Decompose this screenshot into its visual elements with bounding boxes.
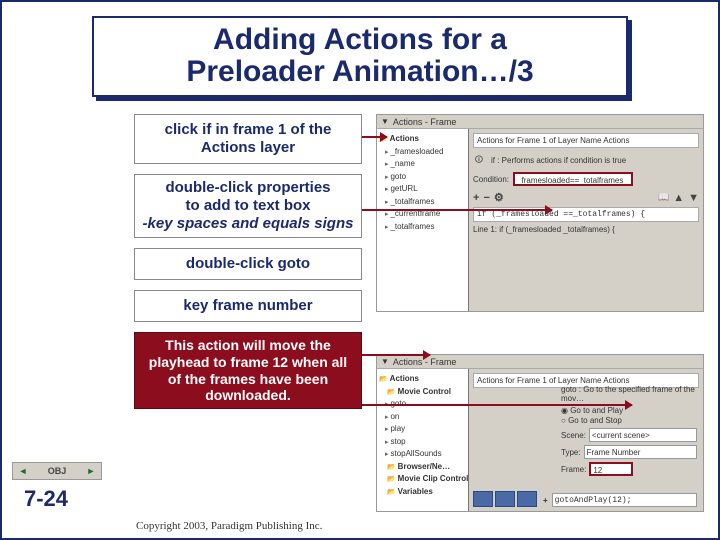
frame-label: Frame: (561, 465, 586, 474)
book-icon[interactable]: 📖 (658, 192, 669, 203)
tree-item: on (379, 411, 466, 424)
info-icon: 🛈 (473, 154, 485, 166)
obj-label: OBJ (33, 466, 81, 476)
panel-icon[interactable] (473, 491, 493, 507)
tree-subcategory: Movie Control (379, 386, 466, 399)
nav-next-icon[interactable]: ► (81, 463, 101, 479)
type-select[interactable]: Frame Number (584, 445, 697, 459)
condition-input[interactable]: _framesloaded==_totalframes (513, 172, 633, 186)
plus-icon[interactable]: + (473, 192, 479, 204)
obj-nav-bar: ◄ OBJ ► (12, 462, 102, 480)
tree-item: goto (379, 171, 466, 184)
nav-prev-icon[interactable]: ◄ (13, 463, 33, 479)
actions-panel-screenshot-1: ▼ Actions - Frame Actions _framesloaded … (376, 114, 704, 312)
tree-item: getURL (379, 183, 466, 196)
tree-item: _totalframes (379, 221, 466, 234)
tree-item: stopAllSounds (379, 448, 466, 461)
minus-icon[interactable]: − (483, 192, 489, 204)
tree-subcategory: Variables (379, 486, 466, 499)
tree-item: play (379, 423, 466, 436)
up-icon[interactable]: ▲ (673, 192, 684, 204)
frame-toolbar: Actions for Frame 1 of Layer Name Action… (473, 133, 699, 148)
slide-title-line2: Preloader Animation…/3 (104, 56, 616, 88)
scene-select[interactable]: <current scene> (589, 428, 697, 442)
actions-tree: Actions Movie Control goto on play stop … (377, 369, 469, 511)
goto-code-line: + gotoAndPlay(12); (543, 493, 697, 507)
plus-icon[interactable]: + (543, 496, 548, 505)
tree-category: Actions (379, 133, 466, 146)
arrow-4 (362, 404, 632, 406)
instruction-box-1: click if in frame 1 of the Actions layer (134, 114, 362, 164)
instruction-text: key frame number (183, 297, 312, 314)
instruction-box-4: key frame number (134, 290, 362, 322)
actions-rightpane: Actions for Frame 1 of Layer Name Action… (469, 369, 703, 511)
script-toolbar: + − ⚙ 📖 ▲ ▼ (473, 188, 699, 207)
options-icon[interactable]: ⚙ (494, 191, 504, 204)
action-hint: 🛈 if : Performs actions if condition is … (473, 152, 699, 170)
instruction-text: double-click goto (186, 255, 310, 272)
instruction-text: to add to text box (139, 197, 357, 215)
collapse-icon: ▼ (381, 117, 389, 126)
instruction-column: click if in frame 1 of the Actions layer… (134, 114, 362, 419)
goto-stop-radio[interactable]: Go to and Stop (561, 416, 622, 425)
slide-title-box: Adding Actions for a Preloader Animation… (92, 16, 628, 97)
hint-text: if : Performs actions if condition is tr… (491, 156, 626, 165)
slide-content: click if in frame 1 of the Actions layer… (2, 114, 718, 538)
arrow-2 (362, 209, 552, 211)
actions-rightpane: Actions for Frame 1 of Layer Name Action… (469, 129, 703, 311)
goto-code: gotoAndPlay(12); (552, 493, 697, 507)
instruction-box-2: double-click properties to add to text b… (134, 174, 362, 238)
down-icon[interactable]: ▼ (688, 192, 699, 204)
tree-item: _framesloaded (379, 146, 466, 159)
arrow-1 (362, 136, 387, 138)
tree-item: _totalframes (379, 196, 466, 209)
tree-category: Actions (379, 373, 466, 386)
actions-panel-screenshot-2: ▼ Actions - Frame Actions Movie Control … (376, 354, 704, 512)
tree-item: _name (379, 158, 466, 171)
panel-icon[interactable] (517, 491, 537, 507)
tree-subcategory: Movie Clip Control (379, 473, 466, 486)
instruction-text: double-click properties (139, 179, 357, 197)
collapse-icon: ▼ (381, 357, 389, 366)
frame-input[interactable]: 12 (589, 462, 633, 476)
actions-tree: Actions _framesloaded _name goto getURL … (377, 129, 469, 311)
instruction-text: -key spaces and equals signs (139, 215, 357, 233)
instruction-box-3: double-click goto (134, 248, 362, 280)
condition-row: Condition: _framesloaded==_totalframes (473, 172, 699, 186)
status-line: Line 1: if (_framesloaded _totalframes) … (473, 225, 699, 234)
scene-label: Scene: (561, 431, 586, 440)
bottom-icon-row (473, 491, 537, 507)
slide-title-line1: Adding Actions for a (104, 24, 616, 56)
panel-titlebar: ▼ Actions - Frame (377, 115, 703, 129)
condition-label: Condition: (473, 175, 509, 184)
result-text: This action will move the playhead to fr… (149, 337, 347, 403)
tree-item: stop (379, 436, 466, 449)
goto-play-radio[interactable]: Go to and Play (561, 406, 623, 415)
goto-radio-row: Go to and Stop (561, 416, 697, 425)
type-label: Type: (561, 448, 581, 457)
arrow-3 (362, 354, 430, 356)
copyright-text: Copyright 2003, Paradigm Publishing Inc. (136, 520, 322, 532)
panel-icon[interactable] (495, 491, 515, 507)
result-box: This action will move the playhead to fr… (134, 332, 362, 409)
page-number: 7-24 (24, 486, 68, 512)
instruction-text: click if in frame 1 of the Actions layer (165, 121, 332, 156)
panel-title: Actions - Frame (393, 117, 457, 127)
tree-subcategory: Browser/Ne… (379, 461, 466, 474)
